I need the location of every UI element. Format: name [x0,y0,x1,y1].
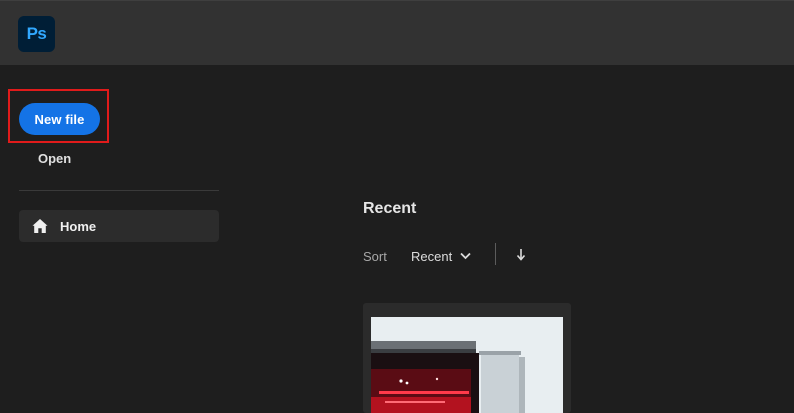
sort-label: Sort [363,249,387,264]
sort-direction-button[interactable] [514,247,528,263]
photoshop-logo[interactable]: Ps [18,16,55,52]
sidebar-divider [19,190,219,191]
recent-heading: Recent [363,200,417,217]
sort-dropdown[interactable]: Recent [411,247,471,265]
recent-file-card[interactable] [363,303,571,413]
sidebar-item-label: Home [60,218,97,234]
arrow-down-icon [514,247,528,263]
home-screen: New file Open Home Recent Sort Recent [0,65,794,413]
sidebar-item-home[interactable]: Home [19,210,219,242]
open-link[interactable]: Open [38,151,71,166]
file-thumbnail [371,317,563,413]
chevron-down-icon [460,252,471,260]
sort-separator [495,243,496,265]
sort-value: Recent [411,248,453,264]
top-bar: Ps [0,0,794,65]
home-icon [31,217,49,235]
new-file-button[interactable]: New file [19,103,100,135]
